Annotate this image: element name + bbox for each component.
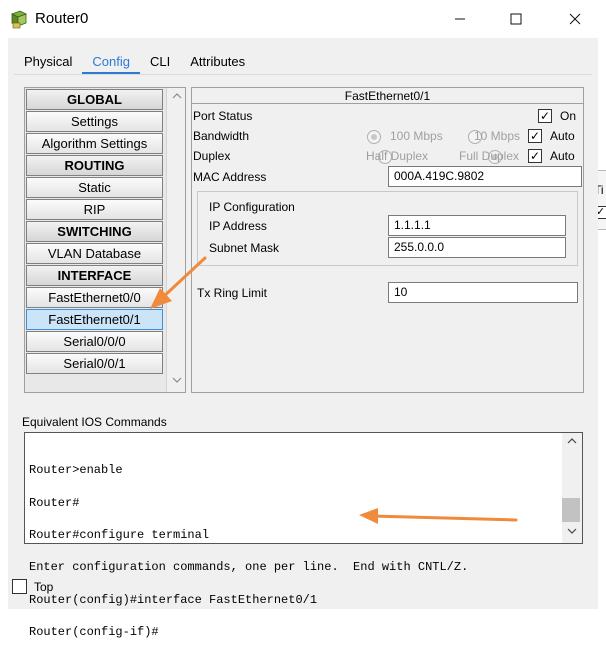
title-bar: Router0 <box>0 0 606 38</box>
sidebar-scrollbar[interactable] <box>166 88 185 392</box>
ip-address-label: IP Address <box>209 219 267 233</box>
ios-line: Router>enable <box>29 463 123 478</box>
ios-line: Router# <box>29 495 80 510</box>
mac-address-label: MAC Address <box>193 170 267 184</box>
ios-commands-label: Equivalent IOS Commands <box>22 415 167 429</box>
tab-bar: Physical Config CLI Attributes <box>14 50 256 74</box>
sidebar-header-switching[interactable]: SWITCHING <box>26 221 163 242</box>
bandwidth-10-label: 10 Mbps <box>474 129 521 143</box>
ip-address-input[interactable]: 1.1.1.1 <box>388 215 566 236</box>
ios-scrollbar[interactable] <box>562 433 582 543</box>
tab-divider <box>14 74 592 75</box>
bandwidth-label: Bandwidth <box>193 129 250 143</box>
tab-config[interactable]: Config <box>82 50 140 74</box>
top-label: Top <box>34 580 54 594</box>
ios-scroll-thumb[interactable] <box>562 498 580 522</box>
port-status-on-checkbox[interactable]: ✓ <box>538 109 552 123</box>
ios-line: Router#configure terminal <box>29 528 210 543</box>
top-checkbox[interactable] <box>12 579 27 594</box>
ios-line: Enter configuration commands, one per li… <box>29 560 469 575</box>
port-status-label: Port Status <box>193 109 253 123</box>
sidebar-item-static[interactable]: Static <box>26 177 163 198</box>
sidebar-header-routing[interactable]: ROUTING <box>26 155 163 176</box>
sidebar-item-fastethernet0-1[interactable]: FastEthernet0/1 <box>26 309 163 330</box>
ios-scroll-up-icon[interactable] <box>562 433 581 452</box>
duplex-label: Duplex <box>193 149 231 163</box>
ios-scroll-down-icon[interactable] <box>562 523 581 542</box>
ios-line: Router(config-if)# <box>29 625 159 640</box>
port-status-on-label: On <box>560 109 577 123</box>
sidebar-item-settings[interactable]: Settings <box>26 111 163 132</box>
sidebar-item-vlan-database[interactable]: VLAN Database <box>26 243 163 264</box>
ios-commands-text: Router>enable Router# Router#configure t… <box>29 446 468 657</box>
scroll-up-icon[interactable] <box>167 88 186 107</box>
close-button[interactable] <box>560 8 590 30</box>
ip-configuration-label: IP Configuration <box>209 200 295 214</box>
bandwidth-auto-checkbox[interactable]: ✓ <box>528 129 542 143</box>
half-duplex-label: Half Duplex <box>366 149 429 163</box>
sidebar-item-serial0-0-0[interactable]: Serial0/0/0 <box>26 331 163 352</box>
sidebar-item-serial0-0-1[interactable]: Serial0/0/1 <box>26 353 163 374</box>
router-app-icon <box>9 9 29 29</box>
ios-line: Router(config)#interface FastEthernet0/1 <box>29 592 318 607</box>
bandwidth-100-label: 100 Mbps <box>390 129 443 143</box>
tab-cli[interactable]: CLI <box>140 50 181 74</box>
bandwidth-100-radio[interactable] <box>367 129 381 144</box>
duplex-auto-label: Auto <box>550 149 575 163</box>
interface-title: FastEthernet0/1 <box>192 88 583 104</box>
full-duplex-label: Full Duplex <box>459 149 520 163</box>
window-title: Router0 <box>35 10 89 27</box>
sidebar-header-interface[interactable]: INTERFACE <box>26 265 163 286</box>
sidebar-item-rip[interactable]: RIP <box>26 199 163 220</box>
sidebar-header-global[interactable]: GLOBAL <box>26 89 163 110</box>
maximize-button[interactable] <box>501 8 531 30</box>
minimize-button[interactable] <box>445 8 475 30</box>
tx-ring-limit-input[interactable]: 10 <box>388 282 578 303</box>
duplex-auto-checkbox[interactable]: ✓ <box>528 149 542 163</box>
sidebar-item-algorithm-settings[interactable]: Algorithm Settings <box>26 133 163 154</box>
sidebar-item-fastethernet0-0[interactable]: FastEthernet0/0 <box>26 287 163 308</box>
sidebar-list: GLOBAL Settings Algorithm Settings ROUTI… <box>26 89 163 375</box>
mac-address-input[interactable]: 000A.419C.9802 <box>388 166 582 187</box>
tab-physical[interactable]: Physical <box>14 50 83 74</box>
bandwidth-auto-label: Auto <box>550 129 575 143</box>
tx-ring-limit-label: Tx Ring Limit <box>197 286 268 300</box>
tab-attributes[interactable]: Attributes <box>180 50 256 74</box>
subnet-mask-input[interactable]: 255.0.0.0 <box>388 237 566 258</box>
subnet-mask-label: Subnet Mask <box>209 241 280 255</box>
scroll-down-icon[interactable] <box>167 372 186 391</box>
